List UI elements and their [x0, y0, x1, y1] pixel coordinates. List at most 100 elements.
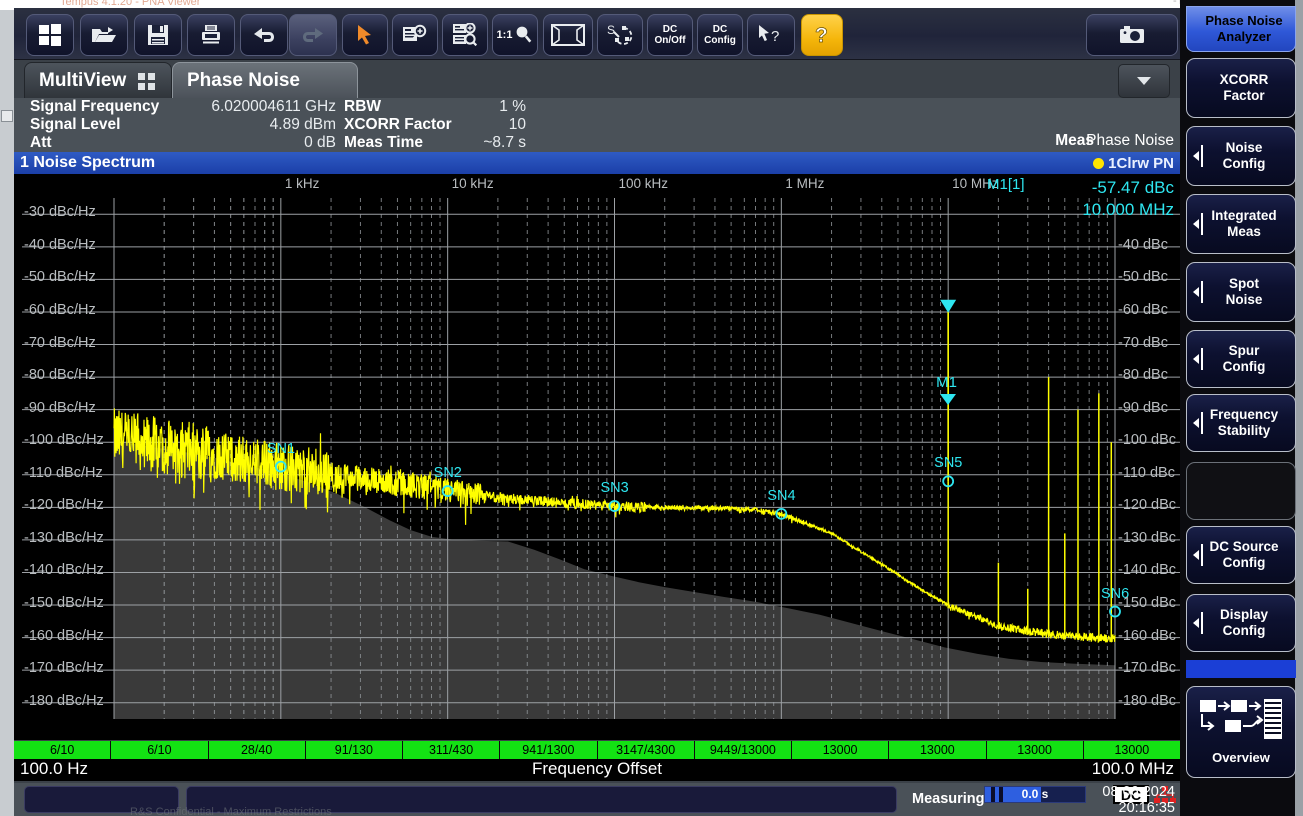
y-axis-tick-right: -40 dBc — [1118, 237, 1168, 253]
folder-open-icon — [91, 24, 117, 46]
submenu-arrow-icon — [1193, 348, 1203, 370]
softkey-spot-noise[interactable]: SpotNoise — [1186, 262, 1296, 322]
measurement-header: Signal Frequency 6.020004611 GHz Signal … — [14, 98, 1180, 152]
y-axis-tick-right: -70 dBc — [1118, 335, 1168, 351]
tab-multiview-label: MultiView — [39, 70, 126, 92]
marker-m1-plot-label[interactable]: M1 — [936, 374, 957, 391]
save-button[interactable] — [134, 14, 182, 56]
submenu-arrow-icon — [1193, 145, 1203, 167]
softkey-spur-config[interactable]: SpurConfig — [1186, 330, 1296, 388]
overview-diagram-icon — [1198, 698, 1284, 748]
softkey-label: DisplayConfig — [1208, 607, 1274, 639]
rbw-label: RBW — [344, 98, 381, 116]
softkey-phase-noise-analyzer[interactable]: Phase NoiseAnalyzer — [1186, 6, 1296, 52]
signal-level-value[interactable]: 4.89 dBm — [270, 116, 336, 134]
stop-frequency: 100.0 MHz — [1092, 759, 1174, 779]
clock: 08.06.2024 20:16:35 — [1065, 783, 1175, 816]
softkey-display-config[interactable]: DisplayConfig — [1186, 594, 1296, 652]
softkey-frequency-stability[interactable]: FrequencyStability — [1186, 394, 1296, 452]
xcorr-factor-value[interactable]: 10 — [509, 116, 526, 134]
softkey-label: SpotNoise — [1214, 276, 1269, 308]
diagram-title: 1 Noise Spectrum — [20, 154, 155, 172]
spot-noise-marker-sn2[interactable]: SN2 — [434, 465, 462, 481]
multi-zoom-icon — [452, 23, 478, 47]
undo-button[interactable] — [240, 14, 288, 56]
tab-phase-noise-label: Phase Noise — [187, 70, 300, 92]
printer-icon — [200, 24, 222, 46]
signal-frequency-value[interactable]: 6.020004611 GHz — [211, 98, 336, 116]
dc-config-button[interactable]: DCConfig — [697, 14, 743, 56]
softkey-dc-source-config[interactable]: DC SourceConfig — [1186, 526, 1296, 584]
y-axis-tick-right: -160 dBc — [1118, 628, 1176, 644]
softkey-noise-config[interactable]: NoiseConfig — [1186, 126, 1296, 186]
softkey-integrated-meas[interactable]: IntegratedMeas — [1186, 194, 1296, 254]
windows-icon — [38, 23, 62, 47]
y-axis-tick-right: -180 dBc — [1118, 693, 1176, 709]
noise-spectrum-plot[interactable]: SN1SN2SN3SN4SN5SN6-30 dBc/Hz-40 dBc/Hz-5… — [14, 174, 1180, 740]
print-button[interactable] — [187, 14, 235, 56]
softkey-label: NoiseConfig — [1211, 140, 1272, 172]
fullscreen-button[interactable] — [543, 14, 593, 56]
redo-button[interactable] — [289, 14, 337, 56]
xcorr-progress-bar: 6/106/1028/4091/130311/430941/13003147/4… — [14, 741, 1180, 759]
xcorr-cell: 311/430 — [403, 741, 500, 759]
submenu-arrow-icon — [1193, 213, 1203, 235]
y-axis-tick-right: -110 dBc — [1118, 465, 1175, 481]
dc-onoff-button[interactable]: DCOn/Off — [647, 14, 693, 56]
xcorr-cell: 13000 — [987, 741, 1084, 759]
y-axis-tick-left: -90 dBc/Hz — [24, 400, 96, 416]
y-axis-tick-left: -70 dBc/Hz — [24, 335, 96, 351]
xcorr-cell: 6/10 — [14, 741, 111, 759]
y-axis-tick-left: -120 dBc/Hz — [24, 497, 104, 513]
scroll-up-button[interactable] — [1, 110, 13, 122]
trace-info[interactable]: 1Clrw PN — [1093, 152, 1174, 174]
softkey-label: FrequencyStability — [1198, 407, 1284, 439]
marker-readout-level: -57.47 dBc — [1092, 178, 1174, 198]
windows-start-button[interactable] — [26, 14, 74, 56]
signal-frequency-label: Signal Frequency — [30, 98, 159, 116]
spot-noise-marker-sn5[interactable]: SN5 — [934, 455, 962, 471]
svg-text:?: ? — [771, 28, 779, 45]
submenu-arrow-icon — [1193, 544, 1203, 566]
spot-noise-marker-sn3[interactable]: SN3 — [601, 480, 629, 496]
y-axis-tick-right: -90 dBc — [1118, 400, 1168, 416]
softkey-label: Phase NoiseAnalyzer — [1193, 13, 1288, 45]
softkey-xcorr-factor[interactable]: XCORRFactor — [1186, 58, 1296, 118]
y-axis-tick-left: -50 dBc/Hz — [24, 269, 96, 285]
att-label: Att — [30, 134, 52, 152]
y-axis-tick-left: -100 dBc/Hz — [24, 432, 104, 448]
cursor-question-icon: ? — [757, 24, 785, 46]
xcorr-factor-label: XCORR Factor — [344, 116, 452, 134]
tab-phase-noise[interactable]: Phase Noise — [172, 62, 358, 100]
cursor-arrow-icon — [355, 24, 375, 46]
help-button[interactable]: ? — [801, 14, 843, 56]
zoom-in-icon — [402, 24, 428, 46]
multiple-zoom-button[interactable] — [442, 14, 488, 56]
spot-noise-marker-sn1[interactable]: SN1 — [267, 441, 295, 457]
tab-multiview[interactable]: MultiView — [24, 62, 172, 100]
open-file-button[interactable] — [80, 14, 128, 56]
spot-noise-marker-sn4[interactable]: SN4 — [767, 488, 795, 504]
meas-time-value[interactable]: ~8.7 s — [483, 134, 526, 152]
sequencer-button[interactable]: S — [597, 14, 643, 56]
y-axis-tick-left: -40 dBc/Hz — [24, 237, 96, 253]
submenu-arrow-icon — [1193, 612, 1203, 634]
y-axis-tick-left: -30 dBc/Hz — [24, 204, 96, 220]
context-help-button[interactable]: ? — [747, 14, 795, 56]
screenshot-button[interactable] — [1086, 14, 1178, 56]
att-value[interactable]: 0 dB — [304, 134, 336, 152]
marker-readout-frequency: 10.000 MHz — [1082, 200, 1174, 220]
zoom-in-button[interactable] — [392, 14, 438, 56]
tab-overflow-button[interactable] — [1118, 64, 1170, 98]
select-pointer-button[interactable] — [342, 14, 388, 56]
y-axis-tick-left: -80 dBc/Hz — [24, 367, 96, 383]
zoom-reset-button[interactable]: 1:1 — [492, 14, 538, 56]
xcorr-cell: 9449/13000 — [695, 741, 792, 759]
rbw-value[interactable]: 1 % — [499, 98, 526, 116]
y-axis-tick-left: -160 dBc/Hz — [24, 628, 104, 644]
left-scrollbar-rail[interactable] — [0, 10, 14, 816]
softkey-overview[interactable]: Overview — [1186, 686, 1296, 778]
x-axis-tick: 100 kHz — [619, 176, 669, 191]
y-axis-tick-left: -60 dBc/Hz — [24, 302, 96, 318]
y-axis-tick-left: -130 dBc/Hz — [24, 530, 104, 546]
